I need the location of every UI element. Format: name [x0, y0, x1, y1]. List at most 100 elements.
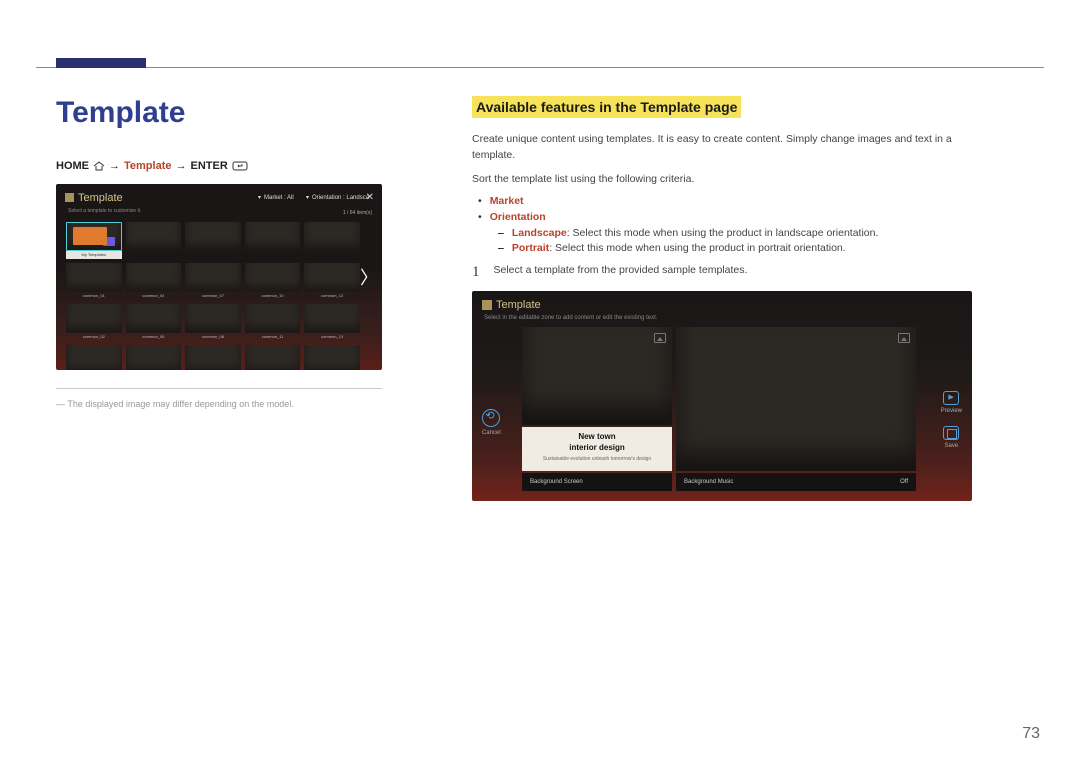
template-thumbnail[interactable]	[126, 222, 182, 259]
orientation-dropdown-label: Orientation : Landsca	[312, 195, 369, 201]
home-icon	[93, 161, 105, 171]
chapter-tab	[56, 58, 146, 68]
template-thumbnail[interactable]	[304, 222, 360, 259]
step-text: Select a template from the provided samp…	[494, 264, 748, 281]
template-thumbnail[interactable]: common_08	[185, 304, 241, 341]
template-thumbnail[interactable]: common_03	[66, 345, 122, 370]
cancel-button[interactable]: Cancel	[482, 409, 501, 436]
thumbnail-image	[245, 263, 301, 292]
bc-home: HOME	[56, 160, 89, 172]
template-thumbnail[interactable]: common_11	[245, 345, 301, 370]
header-band	[36, 0, 1044, 68]
template-thumbnail[interactable]: My Templates	[66, 222, 122, 259]
template-thumbnail[interactable]: common_13	[304, 304, 360, 341]
template-grid-screenshot: Template Select a template to customize …	[56, 184, 382, 370]
thumbnail-image	[126, 222, 182, 251]
text-line-1: New town	[522, 432, 672, 442]
thumbnail-label: common_07	[185, 292, 241, 300]
thumbnail-label: common_11	[245, 333, 301, 341]
template-thumbnail[interactable]: common_06	[126, 345, 182, 370]
sub-portrait: Portrait: Select this mode when using th…	[498, 242, 992, 254]
close-icon[interactable]: ✕	[366, 192, 374, 203]
market-dropdown[interactable]: ▾Market : All	[258, 194, 294, 201]
preview-icon	[943, 391, 959, 405]
sub-landscape-desc: : Select this mode when using the produc…	[567, 227, 879, 239]
section-heading: Available features in the Template page	[472, 96, 741, 118]
thumbnail-label: common_10	[245, 292, 301, 300]
option-orientation: Orientation Landscape: Select this mode …	[478, 211, 992, 254]
preview-button[interactable]: Preview	[941, 391, 962, 414]
thumbnail-label	[185, 251, 241, 259]
template-thumbnail[interactable]: common_12	[304, 263, 360, 300]
template-thumbnail[interactable]: common_07	[185, 263, 241, 300]
save-button[interactable]: Save	[941, 426, 962, 449]
template-thumbnail[interactable]: common_09	[185, 345, 241, 370]
template-thumbnail[interactable]: common_02	[66, 304, 122, 341]
ss1-subtitle: Select a template to customize it.	[68, 208, 141, 214]
thumbnail-image	[185, 263, 241, 292]
thumbnail-label	[126, 251, 182, 259]
thumbnail-label: common_08	[185, 333, 241, 341]
thumbnail-image	[126, 304, 182, 333]
bc-template: Template	[124, 160, 171, 172]
editable-image-zone-right[interactable]	[676, 327, 916, 471]
save-label: Save	[941, 443, 962, 449]
item-count: 1 / 64 item(s)	[343, 210, 372, 216]
chevron-down-icon: ▾	[258, 194, 261, 201]
template-thumbnail[interactable]: common_04	[126, 263, 182, 300]
thumbnail-image	[245, 304, 301, 333]
template-thumbnail[interactable]: common_14	[304, 345, 360, 370]
background-music-bar[interactable]: Background Music Off	[676, 473, 916, 491]
editable-text-zone[interactable]: New town interior design Sustainable evo…	[522, 427, 672, 471]
save-icon	[943, 426, 959, 440]
background-screen-bar[interactable]: Background Screen	[522, 473, 672, 491]
thumbnail-image	[304, 345, 360, 370]
sub-landscape: Landscape: Select this mode when using t…	[498, 227, 992, 239]
template-thumbnail[interactable]	[185, 222, 241, 259]
thumbnail-image	[245, 345, 301, 370]
breadcrumb: HOME → Template → ENTER	[56, 160, 436, 172]
bc-arrow1: →	[109, 160, 120, 172]
intro-para-1: Create unique content using templates. I…	[472, 132, 992, 164]
image-icon	[898, 333, 910, 343]
thumbnail-image	[304, 263, 360, 292]
bg-music-value: Off	[900, 479, 908, 485]
thumbnail-label: common_05	[126, 333, 182, 341]
cancel-icon	[482, 409, 500, 427]
thumbnail-label: common_02	[66, 333, 122, 341]
next-page-arrow-icon[interactable]: 〉	[360, 264, 378, 290]
thumbnail-label: My Templates	[66, 251, 122, 259]
option-market: Market	[478, 195, 992, 207]
bg-screen-label: Background Screen	[530, 479, 583, 485]
thumbnail-image	[66, 222, 122, 251]
divider	[56, 388, 382, 389]
template-thumbnail[interactable]: common_05	[126, 304, 182, 341]
template-thumbnail[interactable]	[245, 222, 301, 259]
thumbnail-image	[66, 304, 122, 333]
thumbnail-label: common_01	[66, 292, 122, 300]
editable-image-zone-left[interactable]	[522, 327, 672, 425]
ss2-title: Template	[496, 299, 541, 311]
template-thumbnail[interactable]: common_10	[245, 263, 301, 300]
thumbnail-label: common_13	[304, 333, 360, 341]
thumbnail-image	[66, 345, 122, 370]
image-icon	[654, 333, 666, 343]
thumbnail-label: common_12	[304, 292, 360, 300]
template-thumbnail[interactable]: common_01	[66, 263, 122, 300]
sub-landscape-name: Landscape	[512, 227, 567, 239]
thumbnail-image	[185, 345, 241, 370]
page-title: Template	[56, 96, 436, 130]
bc-enter: ENTER	[190, 160, 227, 172]
text-tagline: Sustainable evolution unleash tomorrow's…	[522, 456, 672, 462]
template-thumbnail[interactable]: common_11	[245, 304, 301, 341]
sub-portrait-name: Portrait	[512, 242, 549, 254]
thumbnail-image	[185, 304, 241, 333]
option-orientation-label: Orientation	[490, 211, 546, 223]
ss1-title: Template	[78, 192, 123, 204]
template-title-icon	[482, 300, 492, 310]
cancel-label: Cancel	[482, 430, 501, 436]
orientation-dropdown[interactable]: ▾Orientation : Landsca	[306, 194, 369, 201]
note-text: ― The displayed image may differ dependi…	[56, 399, 436, 409]
intro-para-2: Sort the template list using the followi…	[472, 172, 992, 188]
thumbnail-label	[245, 251, 301, 259]
